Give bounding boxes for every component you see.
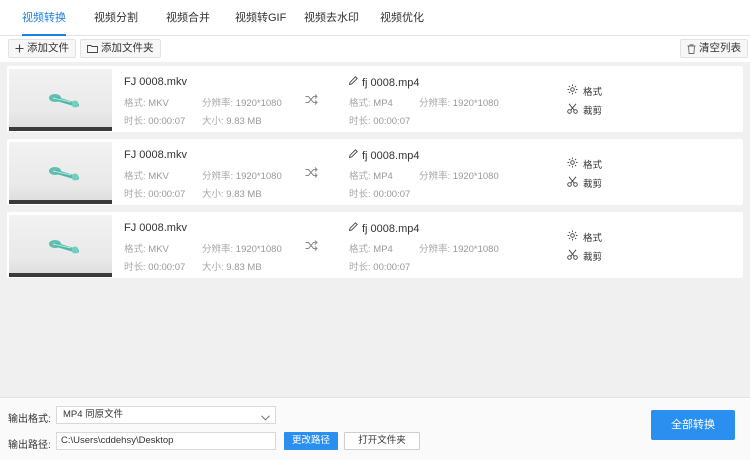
source-size: 大小: 9.83 MB — [202, 116, 262, 127]
source-resolution: 分辨率: 1920*1080 — [202, 171, 282, 182]
trim-button[interactable]: 裁剪 — [567, 249, 602, 263]
source-resolution: 分辨率: 1920*1080 — [202, 98, 282, 109]
file-row: FJ 0008.mkv 格式: MKV 分辨率: 1920*1080 时长: 0… — [7, 66, 743, 132]
source-filename: FJ 0008.mkv — [124, 76, 187, 88]
format-settings-label: 格式 — [583, 233, 603, 244]
output-format-value: MP4 同原文件 — [63, 409, 124, 420]
output-settings-panel: 输出格式: MP4 同原文件 输出路径: C:\Users\cddehsy\De… — [0, 397, 750, 460]
tab-video-to-gif[interactable]: 视频转GIF — [235, 0, 286, 36]
source-filename: FJ 0008.mkv — [124, 149, 187, 161]
format-settings-button[interactable]: 格式 — [567, 84, 602, 98]
format-settings-button[interactable]: 格式 — [567, 230, 602, 244]
folder-icon — [87, 44, 98, 53]
output-duration: 时长: 00:00:07 — [349, 262, 411, 273]
hairclip-image — [49, 240, 79, 254]
hairclip-image — [49, 167, 79, 181]
output-filename[interactable]: fj 0008.mp4 — [348, 76, 420, 89]
pencil-icon[interactable] — [348, 76, 358, 89]
add-file-label: 添加文件 — [27, 42, 69, 54]
clear-list-label: 清空列表 — [699, 42, 741, 54]
output-resolution: 分辨率: 1920*1080 — [419, 98, 499, 109]
add-file-button[interactable]: 添加文件 — [8, 39, 76, 58]
tab-video-remove-watermark[interactable]: 视频去水印 — [304, 0, 359, 36]
source-size: 大小: 9.83 MB — [202, 262, 262, 273]
output-format-label: 输出格式: — [8, 414, 51, 425]
tab-video-convert[interactable]: 视频转换 — [22, 0, 66, 36]
file-row: FJ 0008.mkv 格式: MKV 分辨率: 1920*1080 时长: 0… — [7, 212, 743, 278]
gear-icon — [567, 157, 578, 171]
output-resolution: 分辨率: 1920*1080 — [419, 171, 499, 182]
add-folder-button[interactable]: 添加文件夹 — [80, 39, 161, 58]
open-folder-button[interactable]: 打开文件夹 — [344, 432, 420, 450]
output-filename-label: fj 0008.mp4 — [362, 76, 420, 89]
pencil-icon[interactable] — [348, 149, 358, 162]
convert-arrow-icon — [305, 167, 318, 181]
tab-bar: 视频转换 视频分割 视频合并 视频转GIF 视频去水印 视频优化 — [0, 0, 750, 36]
output-format: 格式: MP4 — [349, 244, 393, 255]
source-format: 格式: MKV — [124, 244, 169, 255]
source-duration: 时长: 00:00:07 — [124, 189, 186, 200]
output-duration: 时长: 00:00:07 — [349, 116, 411, 127]
trim-button[interactable]: 裁剪 — [567, 103, 602, 117]
file-list: FJ 0008.mkv 格式: MKV 分辨率: 1920*1080 时长: 0… — [0, 62, 750, 397]
trim-button[interactable]: 裁剪 — [567, 176, 602, 190]
change-path-button[interactable]: 更改路径 — [284, 432, 338, 450]
format-settings-label: 格式 — [583, 87, 603, 98]
source-duration: 时长: 00:00:07 — [124, 262, 186, 273]
scissors-icon — [567, 249, 578, 263]
source-size: 大小: 9.83 MB — [202, 189, 262, 200]
tab-video-merge[interactable]: 视频合并 — [166, 0, 210, 36]
convert-arrow-icon — [305, 240, 318, 254]
output-filename-label: fj 0008.mp4 — [362, 149, 420, 162]
video-thumbnail[interactable] — [9, 69, 112, 131]
source-duration: 时长: 00:00:07 — [124, 116, 186, 127]
convert-all-button[interactable]: 全部转换 — [651, 410, 735, 440]
trim-label: 裁剪 — [583, 252, 603, 263]
tab-video-optimize[interactable]: 视频优化 — [380, 0, 424, 36]
scissors-icon — [567, 103, 578, 117]
toolbar: 添加文件 添加文件夹 清空列表 — [0, 36, 750, 62]
clear-list-button[interactable]: 清空列表 — [680, 39, 748, 58]
output-format-select[interactable]: MP4 同原文件 — [56, 406, 276, 424]
output-path-label: 输出路径: — [8, 440, 51, 451]
output-path-field[interactable]: C:\Users\cddehsy\Desktop — [56, 432, 276, 450]
format-settings-label: 格式 — [583, 160, 603, 171]
gear-icon — [567, 230, 578, 244]
output-filename[interactable]: fj 0008.mp4 — [348, 149, 420, 162]
output-filename[interactable]: fj 0008.mp4 — [348, 222, 420, 235]
trash-icon — [687, 43, 696, 54]
source-resolution: 分辨率: 1920*1080 — [202, 244, 282, 255]
output-resolution: 分辨率: 1920*1080 — [419, 244, 499, 255]
trim-label: 裁剪 — [583, 106, 603, 117]
convert-arrow-icon — [305, 94, 318, 108]
source-format: 格式: MKV — [124, 98, 169, 109]
output-duration: 时长: 00:00:07 — [349, 189, 411, 200]
tab-video-split[interactable]: 视频分割 — [94, 0, 138, 36]
chevron-down-icon — [261, 411, 270, 427]
scissors-icon — [567, 176, 578, 190]
video-thumbnail[interactable] — [9, 215, 112, 277]
file-row: FJ 0008.mkv 格式: MKV 分辨率: 1920*1080 时长: 0… — [7, 139, 743, 205]
plus-icon — [15, 44, 24, 53]
hairclip-image — [49, 94, 79, 108]
output-format: 格式: MP4 — [349, 171, 393, 182]
pencil-icon[interactable] — [348, 222, 358, 235]
format-settings-button[interactable]: 格式 — [567, 157, 602, 171]
video-thumbnail[interactable] — [9, 142, 112, 204]
output-filename-label: fj 0008.mp4 — [362, 222, 420, 235]
gear-icon — [567, 84, 578, 98]
add-folder-label: 添加文件夹 — [101, 42, 154, 54]
output-format: 格式: MP4 — [349, 98, 393, 109]
source-filename: FJ 0008.mkv — [124, 222, 187, 234]
trim-label: 裁剪 — [583, 179, 603, 190]
source-format: 格式: MKV — [124, 171, 169, 182]
